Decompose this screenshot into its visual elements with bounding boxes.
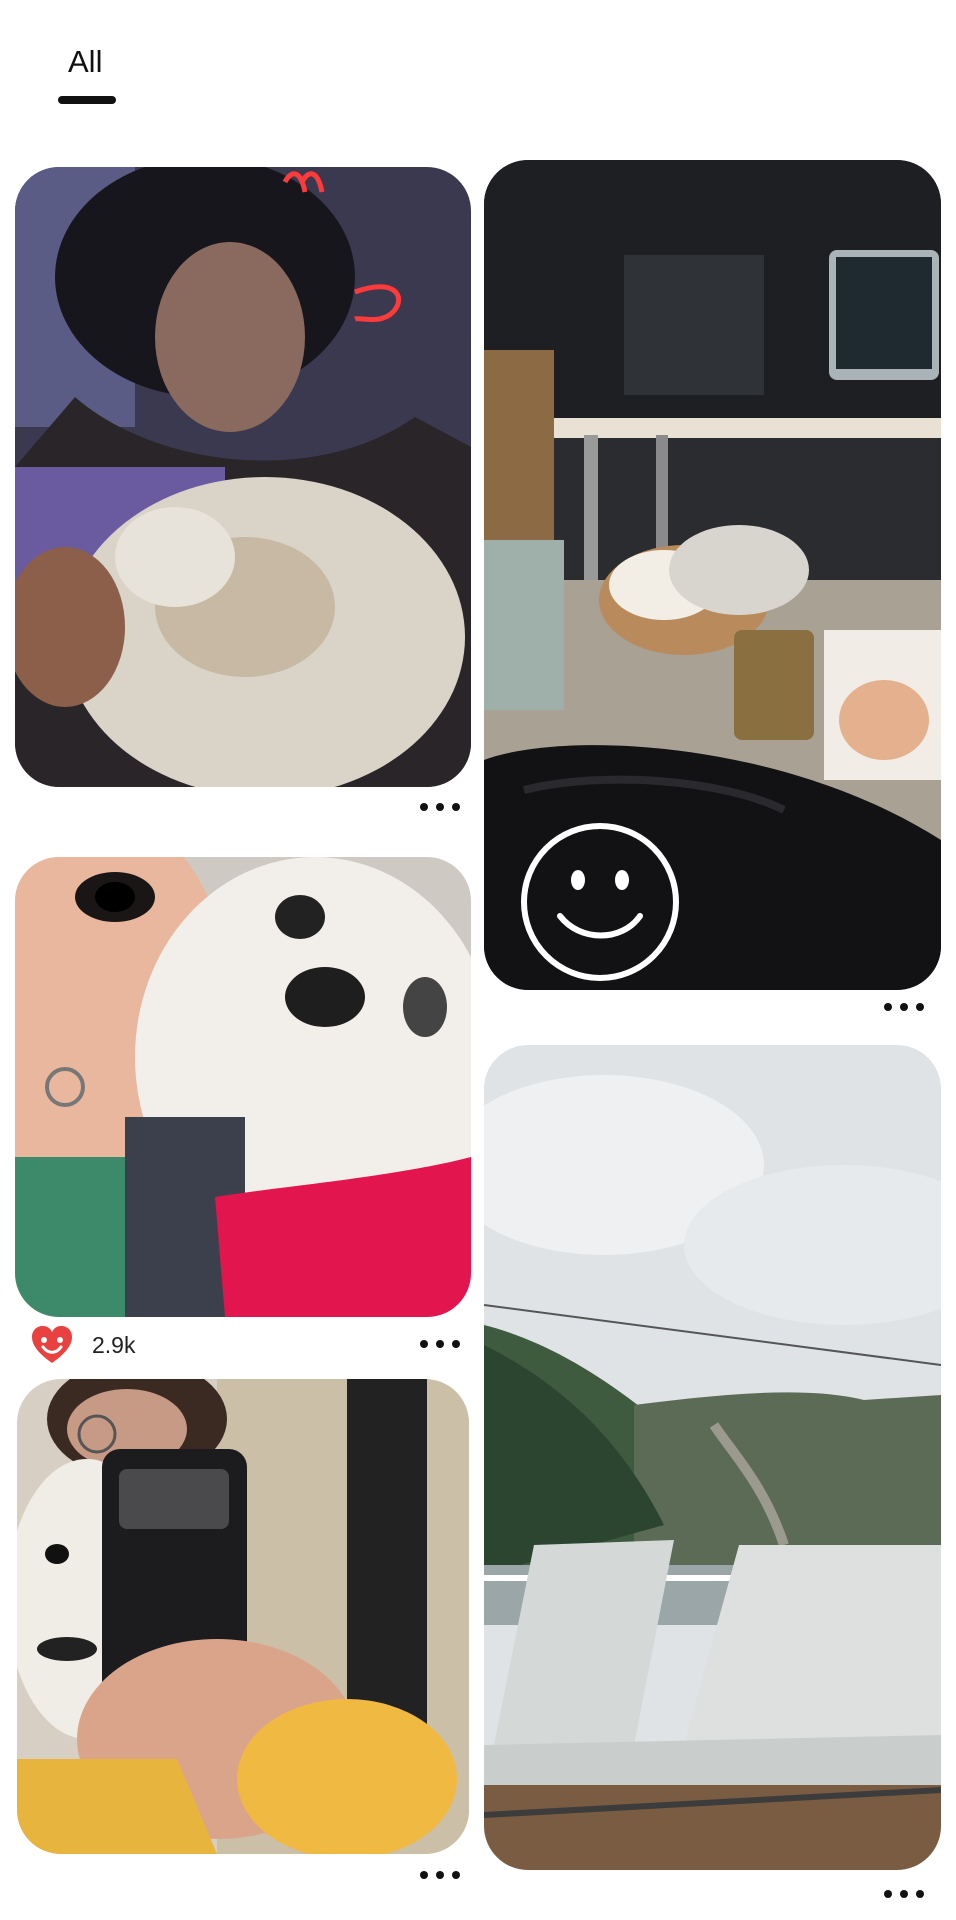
more-options-button[interactable] [884, 997, 924, 1017]
more-options-button[interactable] [420, 1865, 460, 1885]
pin-image-mountains-deck[interactable] [484, 1045, 941, 1870]
tab-all[interactable]: All [58, 36, 118, 106]
heart-face-icon [32, 1326, 72, 1363]
more-options-button[interactable] [884, 1884, 924, 1904]
tab-bar: All [0, 0, 956, 120]
reaction-count: 2.9k [92, 1331, 136, 1358]
pin-image-face-with-dog-sweater[interactable] [15, 857, 471, 1317]
tab-selected-indicator [58, 96, 116, 104]
pin-image-room-dog-bed[interactable] [484, 160, 941, 990]
pin-image-mirror-selfie-dog[interactable] [17, 1379, 469, 1854]
more-options-button[interactable] [420, 797, 460, 817]
more-options-button[interactable] [420, 1334, 460, 1354]
pin-image-selfie-with-dog[interactable] [15, 167, 471, 787]
reaction-summary: 2.9k [30, 1325, 135, 1365]
tab-all-label: All [68, 44, 103, 79]
